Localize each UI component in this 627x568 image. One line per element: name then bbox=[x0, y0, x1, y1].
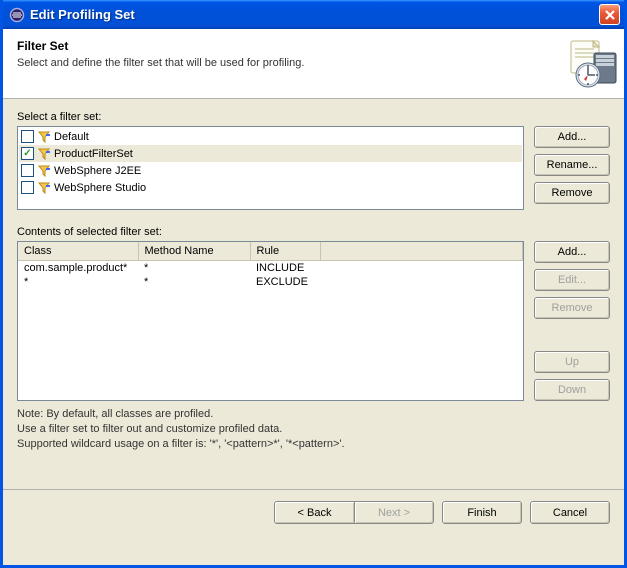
filter-set-list[interactable]: Default ✓ ProductFilterSet WebSphere J2EE We… bbox=[17, 126, 524, 210]
table-row bbox=[18, 303, 523, 317]
titlebar: Edit Profiling Set bbox=[3, 0, 624, 29]
contents-label: Contents of selected filter set: bbox=[17, 226, 610, 238]
back-button[interactable]: < Back bbox=[274, 501, 354, 524]
filterset-label: WebSphere Studio bbox=[54, 182, 146, 194]
filterset-label: WebSphere J2EE bbox=[54, 165, 141, 177]
col-method[interactable]: Method Name bbox=[138, 242, 250, 260]
col-rule[interactable]: Rule bbox=[250, 242, 320, 260]
checkbox[interactable] bbox=[21, 164, 34, 177]
table-row[interactable]: com.sample.product**INCLUDE bbox=[18, 260, 523, 275]
header-icon bbox=[566, 39, 614, 87]
cell-method: * bbox=[138, 260, 250, 275]
move-down-button[interactable]: Down bbox=[534, 379, 610, 401]
select-filter-label: Select a filter set: bbox=[17, 111, 610, 123]
wizard-header: Filter Set Select and define the filter … bbox=[3, 29, 624, 99]
content-area: Select a filter set: Default ✓ ProductFilt… bbox=[3, 99, 624, 489]
checkbox[interactable]: ✓ bbox=[21, 147, 34, 160]
table-row bbox=[18, 289, 523, 303]
filter-icon bbox=[37, 147, 51, 161]
cell-class: * bbox=[18, 275, 138, 289]
cell-method: * bbox=[138, 275, 250, 289]
add-filter-button[interactable]: Add... bbox=[534, 241, 610, 263]
checkbox[interactable] bbox=[21, 130, 34, 143]
table-row bbox=[18, 331, 523, 345]
window-title: Edit Profiling Set bbox=[30, 7, 599, 22]
note-text: Note: By default, all classes are profil… bbox=[17, 407, 610, 452]
filterset-item[interactable]: WebSphere Studio bbox=[19, 179, 522, 196]
eclipse-icon bbox=[9, 7, 25, 23]
filter-icon bbox=[37, 164, 51, 178]
filterset-item[interactable]: ✓ ProductFilterSet bbox=[19, 145, 522, 162]
header-desc: Select and define the filter set that wi… bbox=[17, 57, 560, 69]
remove-filterset-button[interactable]: Remove bbox=[534, 182, 610, 204]
table-row bbox=[18, 359, 523, 373]
close-button[interactable] bbox=[599, 4, 620, 25]
rename-filterset-button[interactable]: Rename... bbox=[534, 154, 610, 176]
note-line3: Supported wildcard usage on a filter is:… bbox=[17, 437, 610, 452]
edit-filter-button[interactable]: Edit... bbox=[534, 269, 610, 291]
next-button[interactable]: Next > bbox=[354, 501, 434, 524]
remove-filter-button[interactable]: Remove bbox=[534, 297, 610, 319]
col-class[interactable]: Class bbox=[18, 242, 138, 260]
col-spacer bbox=[320, 242, 523, 260]
filterset-label: ProductFilterSet bbox=[54, 148, 133, 160]
wizard-footer: < Back Next > Finish Cancel bbox=[3, 489, 624, 535]
table-row bbox=[18, 345, 523, 359]
cell-rule: EXCLUDE bbox=[250, 275, 320, 289]
table-row[interactable]: **EXCLUDE bbox=[18, 275, 523, 289]
table-row bbox=[18, 373, 523, 387]
filter-icon bbox=[37, 181, 51, 195]
filter-icon bbox=[37, 130, 51, 144]
add-filterset-button[interactable]: Add... bbox=[534, 126, 610, 148]
move-up-button[interactable]: Up bbox=[534, 351, 610, 373]
note-line2: Use a filter set to filter out and custo… bbox=[17, 422, 610, 437]
filter-contents-table[interactable]: Class Method Name Rule com.sample.produc… bbox=[17, 241, 524, 401]
finish-button[interactable]: Finish bbox=[442, 501, 522, 524]
cell-class: com.sample.product* bbox=[18, 260, 138, 275]
cancel-button[interactable]: Cancel bbox=[530, 501, 610, 524]
table-row bbox=[18, 387, 523, 401]
filterset-item[interactable]: WebSphere J2EE bbox=[19, 162, 522, 179]
table-row bbox=[18, 317, 523, 331]
filterset-item[interactable]: Default bbox=[19, 128, 522, 145]
checkbox[interactable] bbox=[21, 181, 34, 194]
cell-rule: INCLUDE bbox=[250, 260, 320, 275]
header-title: Filter Set bbox=[17, 39, 560, 53]
filterset-label: Default bbox=[54, 131, 89, 143]
note-line1: Note: By default, all classes are profil… bbox=[17, 407, 610, 422]
